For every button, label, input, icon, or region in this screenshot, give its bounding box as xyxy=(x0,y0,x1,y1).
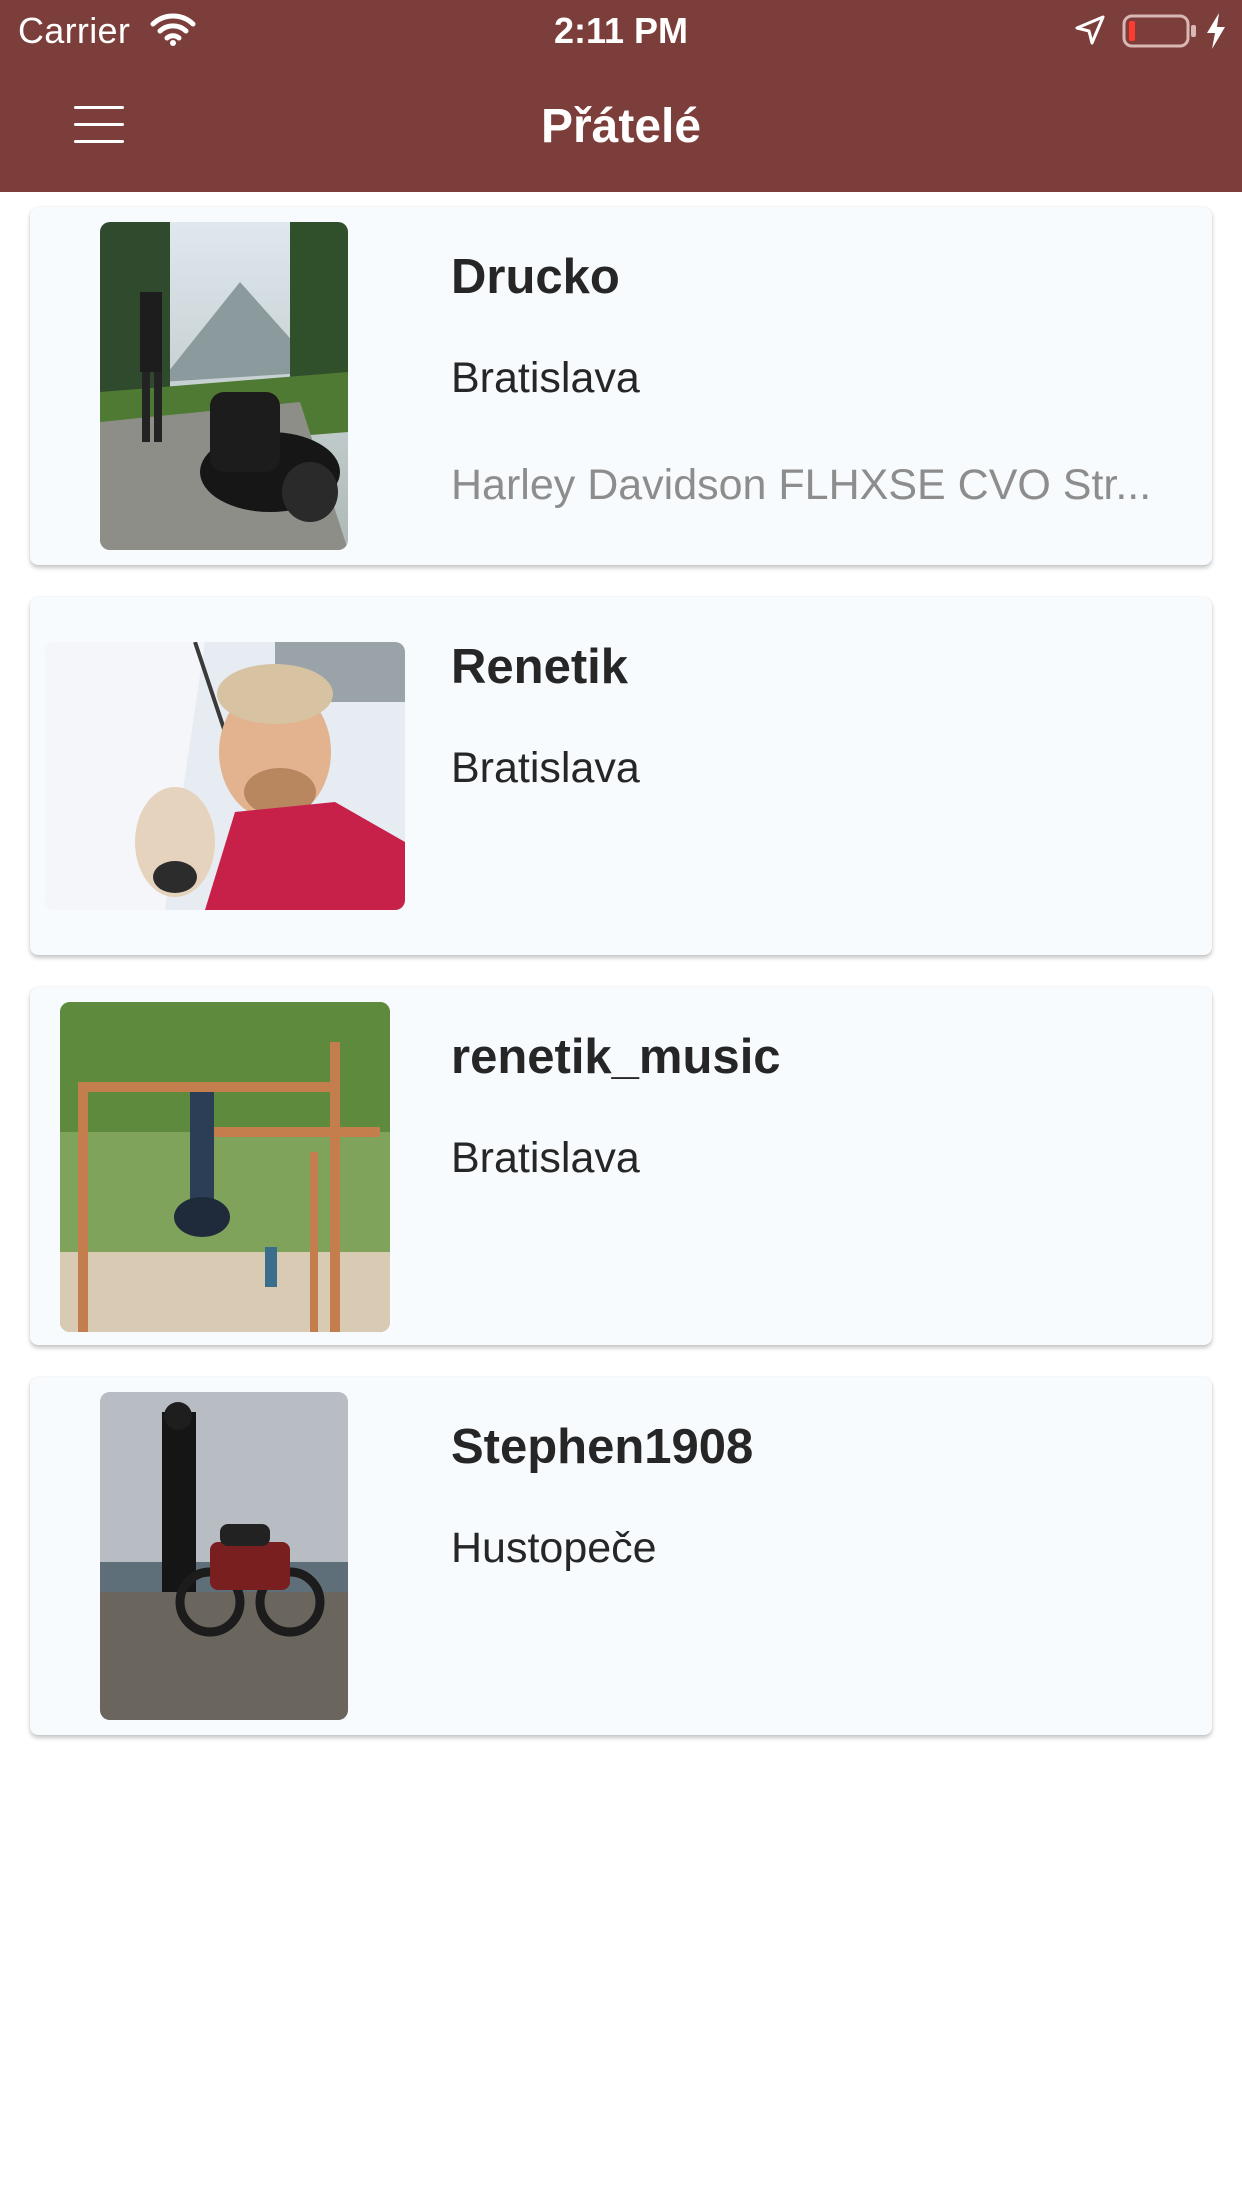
friend-city: Bratislava xyxy=(451,1134,640,1182)
status-bar: Carrier 2:11 PM xyxy=(0,0,1242,62)
page-title: Přátelé xyxy=(540,100,702,153)
charging-bolt-icon xyxy=(1207,13,1225,49)
friend-card-stephen1908[interactable]: Stephen1908 Hustopeče xyxy=(30,1377,1212,1735)
location-arrow-icon xyxy=(1075,15,1105,45)
friend-name: Drucko xyxy=(451,250,620,304)
friend-photo xyxy=(100,1392,348,1720)
friend-city: Bratislava xyxy=(451,354,640,402)
friend-photo xyxy=(100,222,348,550)
friend-card-renetik[interactable]: Renetik Bratislava xyxy=(30,597,1212,955)
battery-icon xyxy=(1122,14,1196,48)
friend-card-drucko[interactable]: Drucko Bratislava Harley Davidson FLHXSE… xyxy=(30,207,1212,565)
clock: 2:11 PM xyxy=(553,10,689,51)
friend-name: Stephen1908 xyxy=(451,1420,754,1474)
friend-city: Hustopeče xyxy=(451,1524,657,1572)
friend-name: Renetik xyxy=(451,640,629,694)
friend-city: Bratislava xyxy=(451,744,640,792)
navigation-bar: Přátelé xyxy=(0,62,1242,192)
top-bar: Carrier 2:11 PM Přátelé xyxy=(0,0,1242,192)
friend-card-renetik-music[interactable]: renetik_music Bratislava xyxy=(30,987,1212,1345)
friend-photo xyxy=(45,642,405,910)
friend-motorcycle: Harley Davidson FLHXSE CVO Str... xyxy=(451,461,1152,509)
friend-name: renetik_music xyxy=(451,1030,781,1084)
friend-photo xyxy=(60,1002,390,1332)
